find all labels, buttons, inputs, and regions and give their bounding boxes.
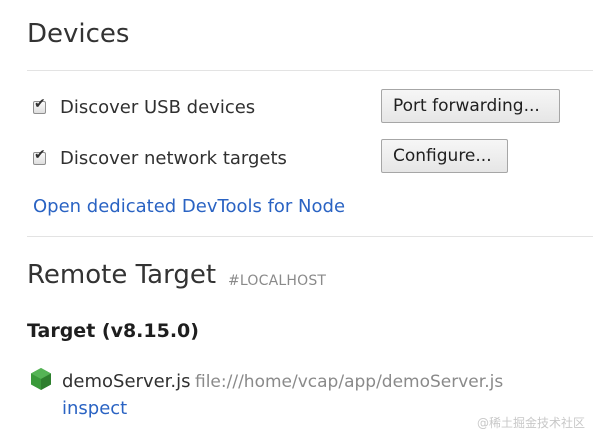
target-heading: Target (v8.15.0) bbox=[27, 320, 199, 342]
devices-divider bbox=[27, 70, 593, 71]
checkmark-icon: ✔ bbox=[34, 146, 46, 163]
remote-target-title: Remote Target bbox=[27, 260, 217, 290]
discover-network-checkbox[interactable]: ✔ bbox=[33, 148, 46, 165]
target-url: file:///home/vcap/app/demoServer.js bbox=[195, 372, 504, 392]
discover-usb-checkbox[interactable]: ✔ bbox=[33, 97, 46, 114]
discover-usb-row: ✔ Discover USB devices bbox=[33, 95, 255, 119]
configure-button[interactable]: Configure... bbox=[381, 139, 508, 173]
port-forwarding-button[interactable]: Port forwarding... bbox=[381, 89, 560, 123]
discover-usb-label: Discover USB devices bbox=[60, 96, 256, 118]
discover-network-label: Discover network targets bbox=[60, 147, 287, 169]
devtools-inspect-page: Devices ✔ Discover USB devices Port forw… bbox=[0, 0, 593, 439]
remote-divider bbox=[27, 236, 593, 237]
target-name: demoServer.js bbox=[62, 371, 191, 392]
open-node-devtools-link[interactable]: Open dedicated DevTools for Node bbox=[33, 196, 345, 217]
remote-target-subtitle: #LOCALHOST bbox=[228, 273, 327, 289]
discover-network-row: ✔ Discover network targets bbox=[33, 146, 287, 170]
nodejs-hexagon-icon bbox=[31, 368, 51, 390]
checkmark-icon: ✔ bbox=[34, 95, 46, 112]
inspect-link[interactable]: inspect bbox=[62, 398, 127, 419]
watermark: @稀土掘金技术社区 bbox=[476, 416, 585, 430]
devices-title: Devices bbox=[27, 19, 130, 49]
